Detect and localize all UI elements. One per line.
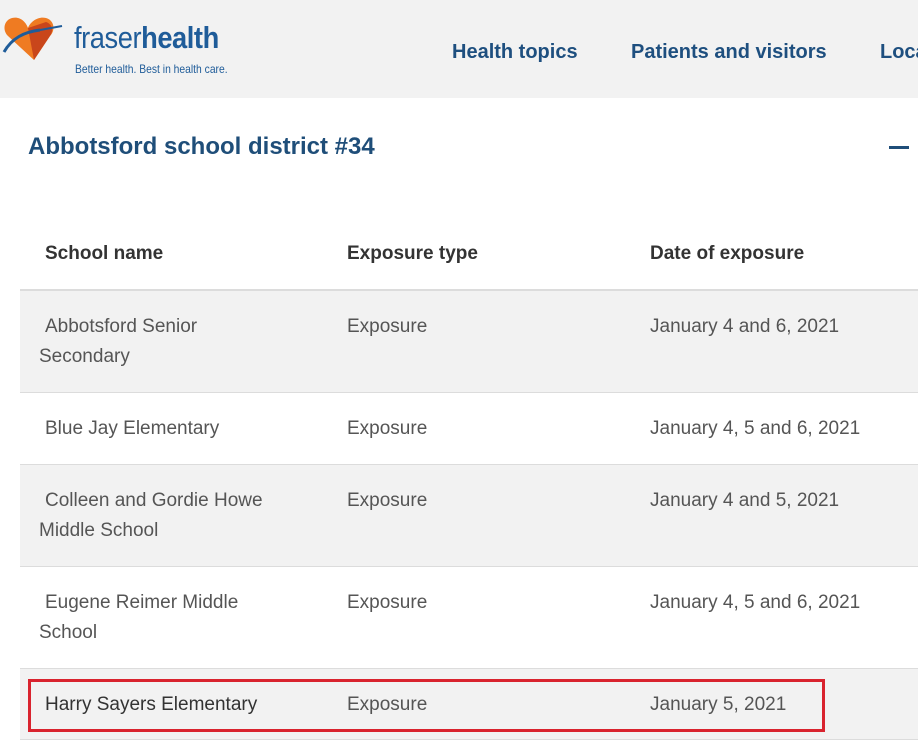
school-name-line: Abbotsford Senior [45, 316, 198, 337]
table-row: Eugene Reimer Middle School Exposure Jan… [20, 567, 918, 669]
exposure-type-cell: Exposure [347, 316, 428, 337]
nav-locations[interactable]: Loca [880, 41, 918, 64]
logo-word-health: health [141, 20, 219, 55]
exposure-type-cell: Exposure [347, 592, 428, 613]
table-row: Harry Sayers Elementary Exposure January… [20, 669, 918, 740]
table-row: Abbotsford Senior Secondary Exposure Jan… [20, 291, 918, 393]
exposure-date-cell: January 4, 5 and 6, 2021 [650, 418, 861, 439]
exposure-date-cell: January 4 and 5, 2021 [650, 490, 840, 511]
logo-word-fraser: fraser [74, 20, 142, 55]
school-name-cell: Eugene Reimer Middle School [39, 588, 299, 648]
column-header-exposure-type: Exposure type [347, 243, 478, 264]
minus-icon[interactable] [889, 146, 909, 149]
nav-patients-and-visitors[interactable]: Patients and visitors [631, 41, 827, 64]
exposure-table: School name Exposure type Date of exposu… [20, 218, 918, 740]
exposure-date-cell: January 5, 2021 [650, 694, 787, 715]
table-header: School name Exposure type Date of exposu… [20, 218, 918, 291]
school-name-line: Harry Sayers Elementary [45, 694, 258, 715]
heart-logo-icon [2, 17, 63, 60]
column-header-date-of-exposure: Date of exposure [650, 243, 805, 264]
table-row: Blue Jay Elementary Exposure January 4, … [20, 393, 918, 465]
exposure-type-cell: Exposure [347, 490, 428, 511]
school-name-line: Middle School [39, 520, 159, 541]
school-name-cell: Blue Jay Elementary [39, 414, 299, 444]
school-name-cell: Harry Sayers Elementary [39, 690, 299, 720]
school-name-line: Blue Jay Elementary [45, 418, 220, 439]
school-name-line: School [39, 622, 98, 643]
school-name-cell: Abbotsford Senior Secondary [39, 312, 299, 372]
exposure-date-cell: January 4 and 6, 2021 [650, 316, 840, 337]
fraserhealth-logo[interactable]: fraserhealth Better health. Best in heal… [0, 8, 240, 78]
nav-health-topics[interactable]: Health topics [452, 41, 578, 64]
logo-wordmark: fraserhealth [74, 22, 219, 53]
logo-tagline: Better health. Best in health care. [75, 62, 228, 76]
site-header: fraserhealth Better health. Best in heal… [0, 0, 918, 98]
school-name-line: Eugene Reimer Middle [45, 592, 239, 613]
exposure-type-cell: Exposure [347, 418, 428, 439]
school-name-line: Colleen and Gordie Howe [45, 490, 263, 511]
school-name-cell: Colleen and Gordie Howe Middle School [39, 486, 299, 546]
column-header-school-name: School name [45, 243, 164, 264]
table-row: Colleen and Gordie Howe Middle School Ex… [20, 465, 918, 567]
school-name-line: Secondary [39, 346, 130, 367]
exposure-type-cell: Exposure [347, 694, 428, 715]
section-title[interactable]: Abbotsford school district #34 [28, 133, 375, 161]
exposure-date-cell: January 4, 5 and 6, 2021 [650, 592, 861, 613]
